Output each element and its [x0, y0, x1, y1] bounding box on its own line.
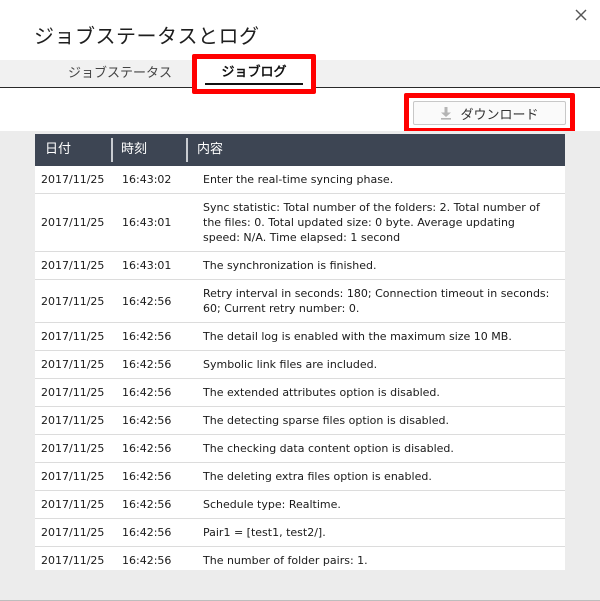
cell-time: 16:42:56: [122, 554, 172, 567]
cell-time: 16:42:56: [122, 414, 172, 427]
cell-date: 2017/11/25: [41, 554, 105, 567]
cell-content: The synchronization is finished.: [203, 259, 377, 272]
table-row[interactable]: 2017/11/25 16:43:01 Sync statistic: Tota…: [35, 194, 565, 252]
cell-date: 2017/11/25: [41, 386, 105, 399]
table-row[interactable]: 2017/11/25 16:43:02 Enter the real-time …: [35, 166, 565, 194]
cell-content: The number of folder pairs: 1.: [203, 554, 368, 567]
table-header: 日付 時刻 内容: [35, 134, 565, 166]
tab-bar: ジョブステータス ジョブログ: [0, 54, 600, 94]
table-row[interactable]: 2017/11/25 16:42:56 Schedule type: Realt…: [35, 491, 565, 519]
cell-content: The deleting extra files option is enabl…: [203, 470, 432, 483]
cell-time: 16:42:56: [122, 526, 172, 539]
log-content-area: 日付 時刻 内容 2017/11/25 16:43:02 Enter the r…: [0, 131, 600, 601]
log-table[interactable]: 日付 時刻 内容 2017/11/25 16:43:02 Enter the r…: [35, 134, 565, 570]
cell-date: 2017/11/25: [41, 259, 105, 272]
cell-time: 16:42:56: [122, 498, 172, 511]
cell-time: 16:42:56: [122, 470, 172, 483]
cell-time: 16:43:01: [122, 216, 172, 229]
cell-time: 16:42:56: [122, 358, 172, 371]
download-button[interactable]: ダウンロード: [413, 101, 566, 125]
cell-content: The detail log is enabled with the maxim…: [203, 330, 512, 343]
cell-content: The detecting sparse files option is dis…: [203, 414, 449, 427]
cell-date: 2017/11/25: [41, 470, 105, 483]
cell-time: 16:42:56: [122, 294, 172, 308]
tab-job-log[interactable]: ジョブログ: [192, 54, 316, 94]
cell-content: The extended attributes option is disabl…: [203, 386, 440, 399]
cell-content: Sync statistic: Total number of the fold…: [203, 201, 540, 244]
column-separator: [186, 138, 188, 162]
cell-content: Schedule type: Realtime.: [203, 498, 341, 511]
table-row[interactable]: 2017/11/25 16:42:56 The detecting sparse…: [35, 407, 565, 435]
header-time[interactable]: 時刻: [121, 134, 147, 166]
table-row[interactable]: 2017/11/25 16:42:56 The deleting extra f…: [35, 463, 565, 491]
job-status-log-dialog: ジョブステータスとログ ジョブステータス ジョブログ ダウンロード 日付 時刻 …: [0, 0, 600, 601]
cell-time: 16:42:56: [122, 442, 172, 455]
table-row[interactable]: 2017/11/25 16:42:56 The number of folder…: [35, 547, 565, 570]
cell-date: 2017/11/25: [41, 526, 105, 539]
cell-date: 2017/11/25: [41, 498, 105, 511]
table-row[interactable]: 2017/11/25 16:42:56 Symbolic link files …: [35, 351, 565, 379]
cell-time: 16:43:02: [122, 173, 172, 186]
table-row[interactable]: 2017/11/25 16:42:56 The extended attribu…: [35, 379, 565, 407]
download-icon: [441, 107, 452, 120]
cell-date: 2017/11/25: [41, 173, 105, 186]
table-row[interactable]: 2017/11/25 16:42:56 Retry interval in se…: [35, 280, 565, 323]
cell-time: 16:43:01: [122, 259, 172, 272]
cell-content: The checking data content option is disa…: [203, 442, 454, 455]
cell-date: 2017/11/25: [41, 358, 105, 371]
cell-date: 2017/11/25: [41, 414, 105, 427]
close-icon: [575, 9, 587, 21]
table-row[interactable]: 2017/11/25 16:43:01 The synchronization …: [35, 252, 565, 280]
cell-date: 2017/11/25: [41, 216, 105, 229]
download-highlight: ダウンロード: [404, 93, 575, 133]
cell-content: Symbolic link files are included.: [203, 358, 378, 371]
cell-time: 16:42:56: [122, 330, 172, 343]
header-date[interactable]: 日付: [45, 134, 71, 166]
column-separator: [111, 138, 113, 162]
dialog-title: ジョブステータスとログ: [34, 24, 260, 48]
table-row[interactable]: 2017/11/25 16:42:56 Pair1 = [test1, test…: [35, 519, 565, 547]
cell-content: Enter the real-time syncing phase.: [203, 173, 394, 186]
cell-time: 16:42:56: [122, 386, 172, 399]
cell-date: 2017/11/25: [41, 330, 105, 343]
cell-date: 2017/11/25: [41, 294, 105, 308]
header-content[interactable]: 内容: [197, 134, 223, 166]
download-label: ダウンロード: [460, 107, 539, 123]
tab-job-status[interactable]: ジョブステータス: [62, 60, 178, 87]
table-row[interactable]: 2017/11/25 16:42:56 The checking data co…: [35, 435, 565, 463]
cell-content: Pair1 = [test1, test2/].: [203, 526, 326, 539]
close-button[interactable]: [570, 4, 592, 26]
cell-date: 2017/11/25: [41, 442, 105, 455]
cell-content: Retry interval in seconds: 180; Connecti…: [203, 287, 550, 315]
table-row[interactable]: 2017/11/25 16:42:56 The detail log is en…: [35, 323, 565, 351]
